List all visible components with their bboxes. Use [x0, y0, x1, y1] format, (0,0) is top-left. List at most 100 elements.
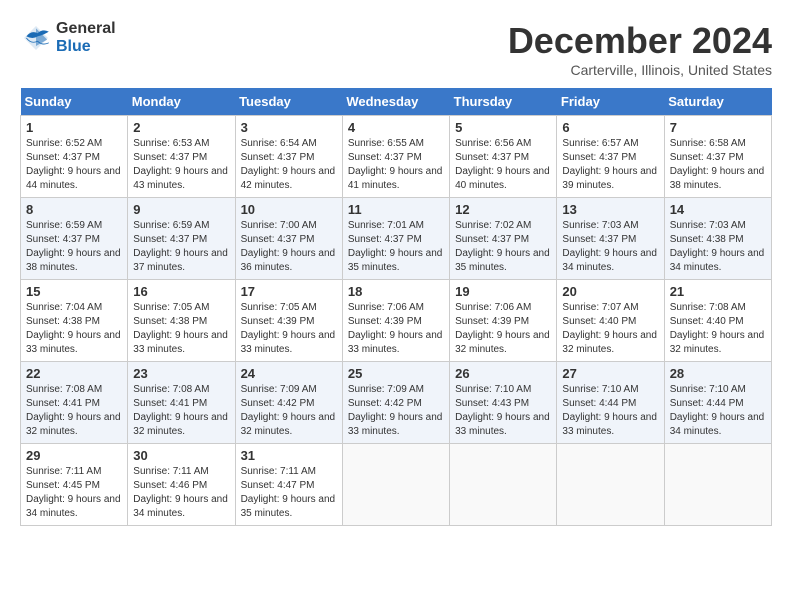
day-number: 1 — [26, 120, 122, 135]
calendar-cell: 12 Sunrise: 7:02 AM Sunset: 4:37 PM Dayl… — [450, 198, 557, 280]
day-number: 10 — [241, 202, 337, 217]
title-section: December 2024 Carterville, Illinois, Uni… — [508, 20, 772, 78]
day-detail: Sunrise: 7:08 AM Sunset: 4:41 PM Dayligh… — [26, 383, 122, 439]
day-detail: Sunrise: 6:54 AM Sunset: 4:37 PM Dayligh… — [241, 137, 337, 193]
calendar-cell: 26 Sunrise: 7:10 AM Sunset: 4:43 PM Dayl… — [450, 362, 557, 444]
day-number: 8 — [26, 202, 122, 217]
calendar-cell: 8 Sunrise: 6:59 AM Sunset: 4:37 PM Dayli… — [21, 198, 128, 280]
day-number: 14 — [670, 202, 766, 217]
day-number: 28 — [670, 366, 766, 381]
day-number: 5 — [455, 120, 551, 135]
calendar-cell: 22 Sunrise: 7:08 AM Sunset: 4:41 PM Dayl… — [21, 362, 128, 444]
week-row-5: 29 Sunrise: 7:11 AM Sunset: 4:45 PM Dayl… — [21, 444, 772, 526]
day-number: 20 — [562, 284, 658, 299]
day-detail: Sunrise: 7:03 AM Sunset: 4:38 PM Dayligh… — [670, 219, 766, 275]
calendar-cell: 9 Sunrise: 6:59 AM Sunset: 4:37 PM Dayli… — [128, 198, 235, 280]
calendar-cell: 7 Sunrise: 6:58 AM Sunset: 4:37 PM Dayli… — [664, 116, 771, 198]
calendar-cell — [450, 444, 557, 526]
day-detail: Sunrise: 7:01 AM Sunset: 4:37 PM Dayligh… — [348, 219, 444, 275]
calendar-table: SundayMondayTuesdayWednesdayThursdayFrid… — [20, 88, 772, 526]
day-number: 6 — [562, 120, 658, 135]
weekday-header-wednesday: Wednesday — [342, 88, 449, 116]
day-number: 18 — [348, 284, 444, 299]
day-detail: Sunrise: 6:58 AM Sunset: 4:37 PM Dayligh… — [670, 137, 766, 193]
day-number: 29 — [26, 448, 122, 463]
calendar-cell — [342, 444, 449, 526]
calendar-cell: 24 Sunrise: 7:09 AM Sunset: 4:42 PM Dayl… — [235, 362, 342, 444]
day-number: 23 — [133, 366, 229, 381]
day-detail: Sunrise: 6:56 AM Sunset: 4:37 PM Dayligh… — [455, 137, 551, 193]
day-number: 27 — [562, 366, 658, 381]
day-detail: Sunrise: 7:05 AM Sunset: 4:39 PM Dayligh… — [241, 301, 337, 357]
day-number: 30 — [133, 448, 229, 463]
day-detail: Sunrise: 7:09 AM Sunset: 4:42 PM Dayligh… — [348, 383, 444, 439]
day-detail: Sunrise: 6:53 AM Sunset: 4:37 PM Dayligh… — [133, 137, 229, 193]
day-detail: Sunrise: 7:08 AM Sunset: 4:41 PM Dayligh… — [133, 383, 229, 439]
weekday-header-thursday: Thursday — [450, 88, 557, 116]
day-detail: Sunrise: 7:10 AM Sunset: 4:43 PM Dayligh… — [455, 383, 551, 439]
logo-icon — [20, 22, 52, 54]
weekday-header-saturday: Saturday — [664, 88, 771, 116]
day-detail: Sunrise: 7:02 AM Sunset: 4:37 PM Dayligh… — [455, 219, 551, 275]
calendar-cell: 30 Sunrise: 7:11 AM Sunset: 4:46 PM Dayl… — [128, 444, 235, 526]
day-detail: Sunrise: 7:11 AM Sunset: 4:47 PM Dayligh… — [241, 465, 337, 521]
day-number: 13 — [562, 202, 658, 217]
day-number: 7 — [670, 120, 766, 135]
week-row-1: 1 Sunrise: 6:52 AM Sunset: 4:37 PM Dayli… — [21, 116, 772, 198]
calendar-cell: 31 Sunrise: 7:11 AM Sunset: 4:47 PM Dayl… — [235, 444, 342, 526]
day-number: 16 — [133, 284, 229, 299]
day-detail: Sunrise: 7:00 AM Sunset: 4:37 PM Dayligh… — [241, 219, 337, 275]
day-detail: Sunrise: 7:05 AM Sunset: 4:38 PM Dayligh… — [133, 301, 229, 357]
calendar-cell — [557, 444, 664, 526]
week-row-3: 15 Sunrise: 7:04 AM Sunset: 4:38 PM Dayl… — [21, 280, 772, 362]
weekday-header-sunday: Sunday — [21, 88, 128, 116]
weekday-header-friday: Friday — [557, 88, 664, 116]
day-detail: Sunrise: 7:06 AM Sunset: 4:39 PM Dayligh… — [455, 301, 551, 357]
calendar-cell — [664, 444, 771, 526]
day-detail: Sunrise: 7:04 AM Sunset: 4:38 PM Dayligh… — [26, 301, 122, 357]
calendar-cell: 10 Sunrise: 7:00 AM Sunset: 4:37 PM Dayl… — [235, 198, 342, 280]
calendar-cell: 25 Sunrise: 7:09 AM Sunset: 4:42 PM Dayl… — [342, 362, 449, 444]
day-number: 12 — [455, 202, 551, 217]
month-title: December 2024 — [508, 20, 772, 62]
day-number: 31 — [241, 448, 337, 463]
weekday-header-monday: Monday — [128, 88, 235, 116]
day-number: 17 — [241, 284, 337, 299]
calendar-cell: 18 Sunrise: 7:06 AM Sunset: 4:39 PM Dayl… — [342, 280, 449, 362]
day-detail: Sunrise: 6:57 AM Sunset: 4:37 PM Dayligh… — [562, 137, 658, 193]
day-detail: Sunrise: 7:10 AM Sunset: 4:44 PM Dayligh… — [670, 383, 766, 439]
calendar-cell: 6 Sunrise: 6:57 AM Sunset: 4:37 PM Dayli… — [557, 116, 664, 198]
calendar-cell: 3 Sunrise: 6:54 AM Sunset: 4:37 PM Dayli… — [235, 116, 342, 198]
day-number: 11 — [348, 202, 444, 217]
location: Carterville, Illinois, United States — [508, 62, 772, 78]
calendar-cell: 29 Sunrise: 7:11 AM Sunset: 4:45 PM Dayl… — [21, 444, 128, 526]
day-number: 3 — [241, 120, 337, 135]
day-detail: Sunrise: 7:06 AM Sunset: 4:39 PM Dayligh… — [348, 301, 444, 357]
weekday-header-row: SundayMondayTuesdayWednesdayThursdayFrid… — [21, 88, 772, 116]
day-number: 9 — [133, 202, 229, 217]
calendar-cell: 14 Sunrise: 7:03 AM Sunset: 4:38 PM Dayl… — [664, 198, 771, 280]
calendar-cell: 15 Sunrise: 7:04 AM Sunset: 4:38 PM Dayl… — [21, 280, 128, 362]
day-detail: Sunrise: 7:03 AM Sunset: 4:37 PM Dayligh… — [562, 219, 658, 275]
calendar-cell: 16 Sunrise: 7:05 AM Sunset: 4:38 PM Dayl… — [128, 280, 235, 362]
day-number: 2 — [133, 120, 229, 135]
calendar-cell: 1 Sunrise: 6:52 AM Sunset: 4:37 PM Dayli… — [21, 116, 128, 198]
day-number: 22 — [26, 366, 122, 381]
week-row-2: 8 Sunrise: 6:59 AM Sunset: 4:37 PM Dayli… — [21, 198, 772, 280]
day-detail: Sunrise: 6:52 AM Sunset: 4:37 PM Dayligh… — [26, 137, 122, 193]
day-number: 19 — [455, 284, 551, 299]
calendar-cell: 20 Sunrise: 7:07 AM Sunset: 4:40 PM Dayl… — [557, 280, 664, 362]
calendar-cell: 28 Sunrise: 7:10 AM Sunset: 4:44 PM Dayl… — [664, 362, 771, 444]
calendar-cell: 23 Sunrise: 7:08 AM Sunset: 4:41 PM Dayl… — [128, 362, 235, 444]
calendar-cell: 2 Sunrise: 6:53 AM Sunset: 4:37 PM Dayli… — [128, 116, 235, 198]
day-number: 4 — [348, 120, 444, 135]
calendar-cell: 11 Sunrise: 7:01 AM Sunset: 4:37 PM Dayl… — [342, 198, 449, 280]
day-number: 15 — [26, 284, 122, 299]
calendar-cell: 4 Sunrise: 6:55 AM Sunset: 4:37 PM Dayli… — [342, 116, 449, 198]
logo: General Blue — [20, 20, 116, 56]
day-detail: Sunrise: 6:59 AM Sunset: 4:37 PM Dayligh… — [133, 219, 229, 275]
day-detail: Sunrise: 7:11 AM Sunset: 4:46 PM Dayligh… — [133, 465, 229, 521]
calendar-cell: 13 Sunrise: 7:03 AM Sunset: 4:37 PM Dayl… — [557, 198, 664, 280]
weekday-header-tuesday: Tuesday — [235, 88, 342, 116]
calendar-cell: 19 Sunrise: 7:06 AM Sunset: 4:39 PM Dayl… — [450, 280, 557, 362]
